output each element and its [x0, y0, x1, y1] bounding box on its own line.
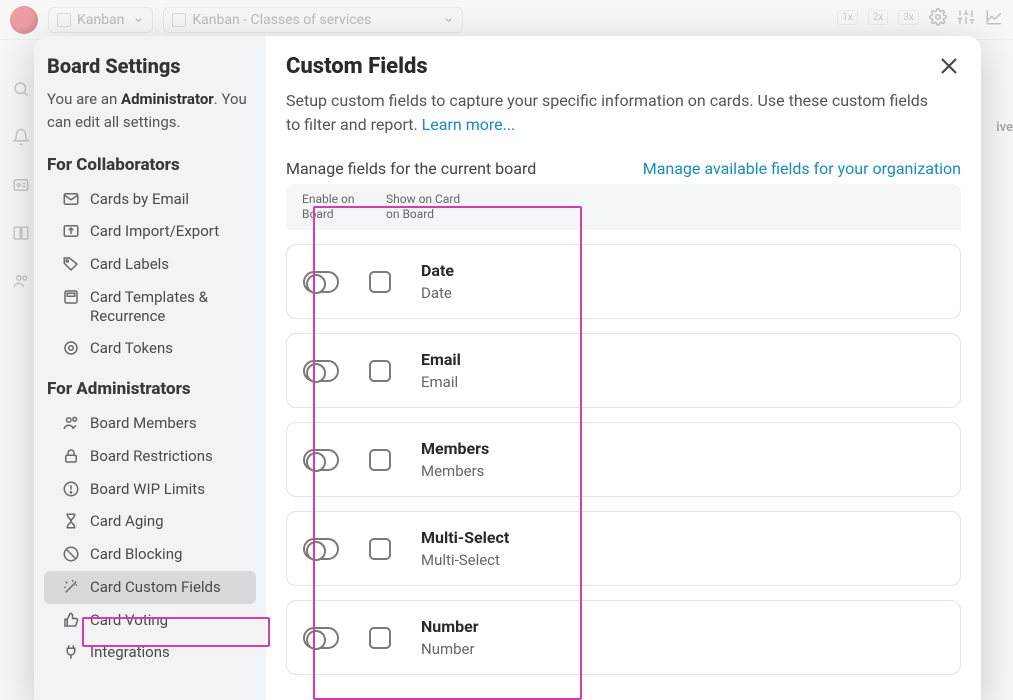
envelope-icon: [62, 190, 80, 208]
nav-label: Integrations: [90, 643, 170, 662]
thumbs-up-icon: [62, 611, 80, 629]
settings-main: Custom Fields Setup custom fields to cap…: [266, 36, 981, 700]
tag-icon: [62, 255, 80, 273]
nav-label: Card Voting: [90, 611, 168, 630]
enable-toggle[interactable]: [303, 538, 339, 560]
manage-row: Manage fields for the current board Mana…: [286, 159, 961, 178]
page-description-text: Setup custom fields to capture your spec…: [286, 91, 928, 134]
enable-toggle[interactable]: [303, 360, 339, 382]
show-on-card-checkbox[interactable]: [369, 271, 391, 293]
field-type: Number: [421, 640, 479, 658]
manage-org-link[interactable]: Manage available fields for your organiz…: [643, 159, 961, 178]
nav-card-aging[interactable]: Card Aging: [44, 505, 256, 538]
col-enable-header: Enable on Board: [302, 192, 364, 222]
field-row-members: Members Members: [286, 422, 961, 497]
column-headers: Enable on Board Show on Card on Board: [286, 184, 961, 230]
sidebar-subtitle: You are an Administrator. You can edit a…: [44, 88, 256, 141]
block-icon: [62, 545, 80, 563]
nav-label: Board Members: [90, 414, 197, 433]
nav-card-blocking[interactable]: Card Blocking: [44, 538, 256, 571]
nav-card-templates[interactable]: Card Templates & Recurrence: [44, 281, 256, 333]
nav-label: Card Tokens: [90, 339, 173, 358]
nav-label: Card Aging: [90, 512, 164, 531]
nav-board-restrictions[interactable]: Board Restrictions: [44, 440, 256, 473]
show-on-card-checkbox[interactable]: [369, 360, 391, 382]
nav-label: Card Custom Fields: [90, 578, 221, 597]
field-text: Number Number: [421, 617, 479, 658]
nav-cards-by-email[interactable]: Cards by Email: [44, 183, 256, 216]
nav-board-members[interactable]: Board Members: [44, 407, 256, 440]
sidebar-sub-role: Administrator: [121, 90, 214, 108]
enable-toggle[interactable]: [303, 627, 339, 649]
field-row-date: Date Date: [286, 244, 961, 319]
field-text: Date Date: [421, 261, 454, 302]
nav-card-voting[interactable]: Card Voting: [44, 604, 256, 637]
settings-sidebar: Board Settings You are an Administrator.…: [34, 36, 266, 700]
nav-card-labels[interactable]: Card Labels: [44, 248, 256, 281]
field-name: Date: [421, 261, 454, 280]
plug-icon: [62, 643, 80, 661]
section-collaborators: For Collaborators: [44, 141, 256, 183]
hourglass-icon: [62, 512, 80, 530]
show-on-card-checkbox[interactable]: [369, 627, 391, 649]
show-on-card-checkbox[interactable]: [369, 449, 391, 471]
field-row-email: Email Email: [286, 333, 961, 408]
nav-label: Card Labels: [90, 255, 169, 274]
nav-card-import-export[interactable]: Card Import/Export: [44, 215, 256, 248]
settings-modal: Board Settings You are an Administrator.…: [34, 36, 981, 700]
lock-icon: [62, 447, 80, 465]
alert-icon: [62, 480, 80, 498]
field-text: Email Email: [421, 350, 461, 391]
nav-label: Cards by Email: [90, 190, 189, 209]
field-row-multi-select: Multi-Select Multi-Select: [286, 511, 961, 586]
nav-integrations[interactable]: Integrations: [44, 636, 256, 669]
field-text: Multi-Select Multi-Select: [421, 528, 509, 569]
nav-label: Board Restrictions: [90, 447, 213, 466]
nav-board-wip-limits[interactable]: Board WIP Limits: [44, 473, 256, 506]
field-row-number: Number Number: [286, 600, 961, 675]
field-name: Members: [421, 439, 489, 458]
section-administrators: For Administrators: [44, 365, 256, 407]
field-type: Multi-Select: [421, 551, 509, 569]
sidebar-title: Board Settings: [44, 54, 256, 78]
field-type: Date: [421, 284, 454, 302]
field-text: Members Members: [421, 439, 489, 480]
manage-current-label: Manage fields for the current board: [286, 159, 536, 178]
sidebar-sub-prefix: You are an: [47, 90, 121, 108]
learn-more-link[interactable]: Learn more...: [422, 115, 516, 134]
members-icon: [62, 414, 80, 432]
field-type: Email: [421, 373, 461, 391]
enable-toggle[interactable]: [303, 271, 339, 293]
page-title: Custom Fields: [286, 54, 961, 79]
template-icon: [62, 288, 80, 306]
import-export-icon: [62, 222, 80, 240]
nav-label: Board WIP Limits: [90, 480, 205, 499]
close-button[interactable]: [937, 54, 961, 78]
field-type: Members: [421, 462, 489, 480]
nav-card-custom-fields[interactable]: Card Custom Fields: [44, 571, 256, 604]
nav-label: Card Templates & Recurrence: [90, 288, 248, 326]
col-show-header: Show on Card on Board: [386, 192, 466, 222]
page-description: Setup custom fields to capture your spec…: [286, 89, 946, 137]
magic-wand-icon: [62, 578, 80, 596]
nav-card-tokens[interactable]: Card Tokens: [44, 332, 256, 365]
field-name: Email: [421, 350, 461, 369]
field-name: Number: [421, 617, 479, 636]
nav-label: Card Import/Export: [90, 222, 219, 241]
token-icon: [62, 339, 80, 357]
show-on-card-checkbox[interactable]: [369, 538, 391, 560]
nav-label: Card Blocking: [90, 545, 182, 564]
field-name: Multi-Select: [421, 528, 509, 547]
enable-toggle[interactable]: [303, 449, 339, 471]
